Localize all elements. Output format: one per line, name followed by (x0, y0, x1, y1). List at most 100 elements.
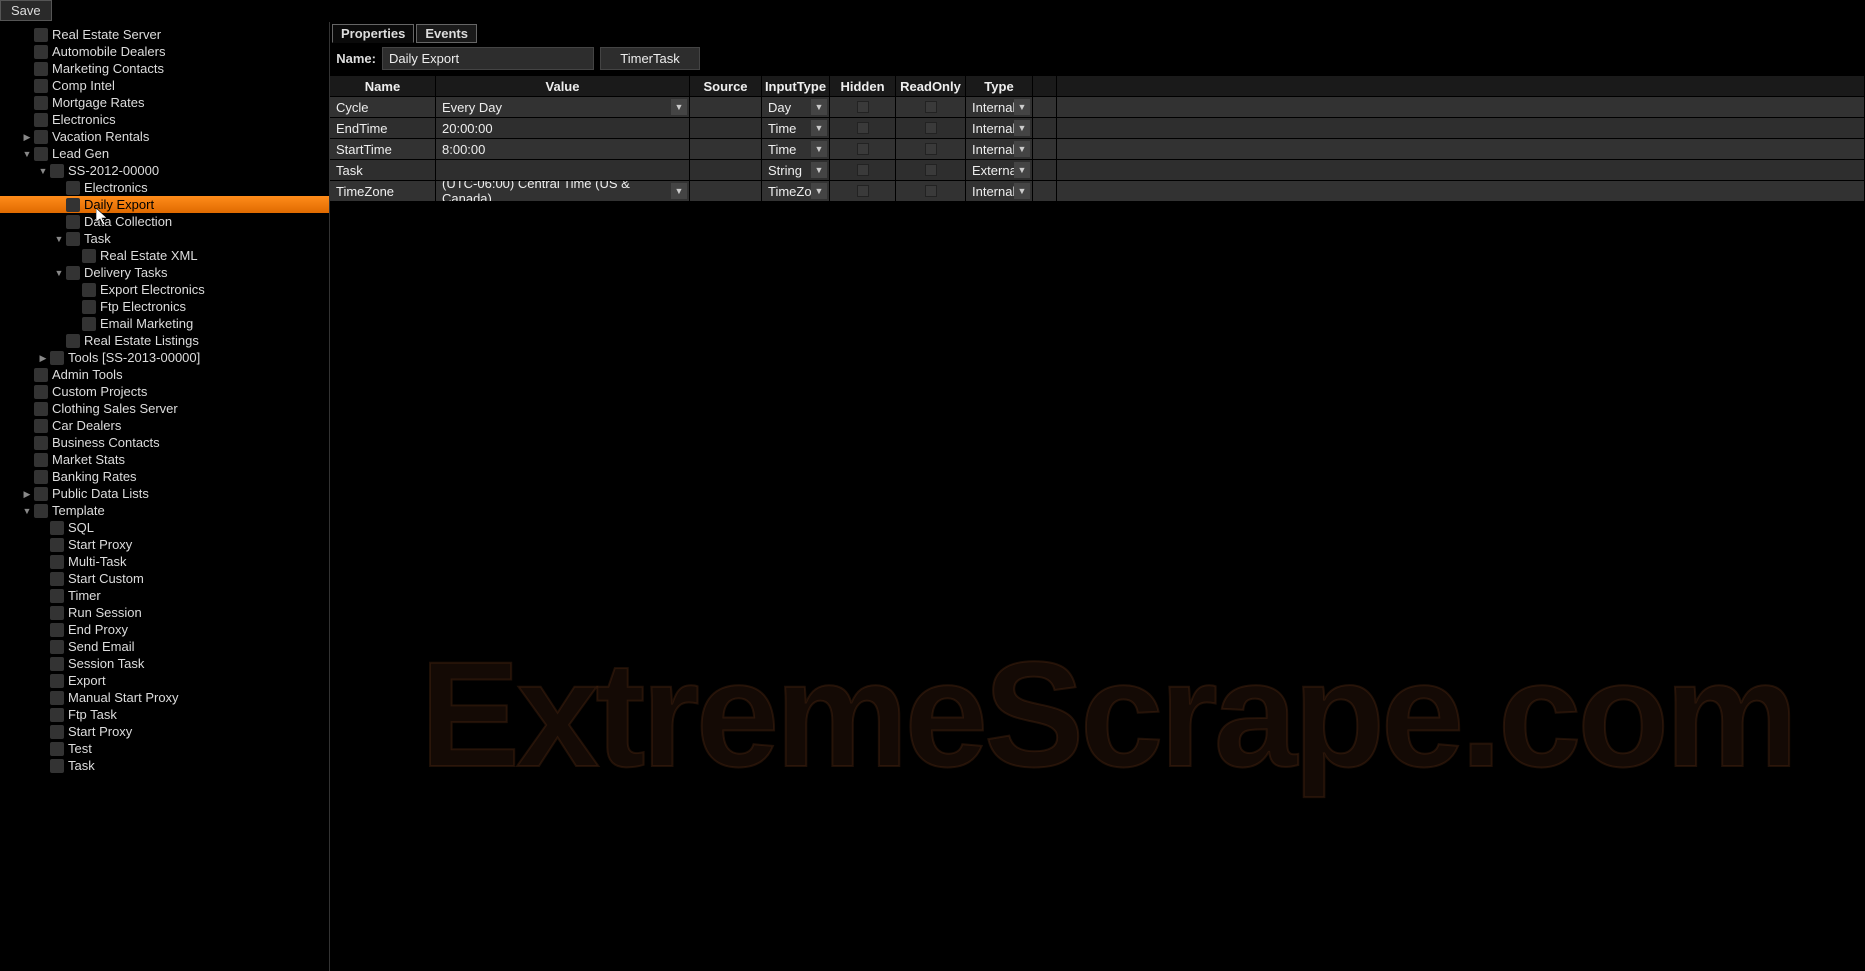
dropdown-icon[interactable] (1014, 162, 1030, 178)
tree-item[interactable]: Start Proxy (0, 723, 329, 740)
tree-item[interactable]: Timer (0, 587, 329, 604)
dropdown-icon[interactable] (1014, 120, 1030, 136)
tree-item[interactable]: Real Estate Listings (0, 332, 329, 349)
tree-item[interactable]: Multi-Task (0, 553, 329, 570)
tree-item[interactable]: Real Estate Server (0, 26, 329, 43)
tree-item[interactable]: Start Proxy (0, 536, 329, 553)
tree-item[interactable]: Ftp Task (0, 706, 329, 723)
cell-hidden-checkbox[interactable] (857, 164, 869, 176)
tree-item[interactable]: Run Session (0, 604, 329, 621)
tree-item[interactable]: Business Contacts (0, 434, 329, 451)
tree-item[interactable]: Comp Intel (0, 77, 329, 94)
tree-item[interactable]: End Proxy (0, 621, 329, 638)
cell-inputtype[interactable]: Day (762, 97, 830, 117)
cell-readonly-checkbox[interactable] (925, 101, 937, 113)
dropdown-icon[interactable] (811, 183, 827, 199)
tab-properties[interactable]: Properties (332, 24, 414, 43)
cell-source[interactable] (690, 181, 762, 201)
tree-item[interactable]: Email Marketing (0, 315, 329, 332)
cell-readonly-checkbox[interactable] (925, 185, 937, 197)
cell-value[interactable]: (UTC-06:00) Central Time (US & Canada) (436, 181, 690, 201)
dropdown-icon[interactable] (811, 141, 827, 157)
tree-item[interactable]: SQL (0, 519, 329, 536)
cell-source[interactable] (690, 118, 762, 138)
tree-item[interactable]: Mortgage Rates (0, 94, 329, 111)
cell-readonly-checkbox[interactable] (925, 164, 937, 176)
tree-item[interactable]: Data Collection (0, 213, 329, 230)
tree-item[interactable]: Send Email (0, 638, 329, 655)
cell-extra[interactable] (1033, 181, 1057, 201)
cell-type[interactable]: Internal (966, 139, 1033, 159)
tree-item[interactable]: Custom Projects (0, 383, 329, 400)
tree-item[interactable]: Vacation Rentals (0, 128, 329, 145)
cell-extra[interactable] (1033, 139, 1057, 159)
cell-value[interactable]: Every Day (436, 97, 690, 117)
expander-icon[interactable] (22, 132, 32, 142)
cell-inputtype[interactable]: String (762, 160, 830, 180)
dropdown-icon[interactable] (1014, 141, 1030, 157)
dropdown-icon[interactable] (671, 99, 687, 115)
cell-inputtype[interactable]: TimeZone (762, 181, 830, 201)
tree-item[interactable]: Marketing Contacts (0, 60, 329, 77)
cell-source[interactable] (690, 139, 762, 159)
cell-type[interactable]: Internal (966, 181, 1033, 201)
tree-item[interactable]: Daily Export (0, 196, 329, 213)
cell-source[interactable] (690, 160, 762, 180)
tab-events[interactable]: Events (416, 24, 477, 43)
expander-icon[interactable] (22, 506, 32, 516)
tree-item[interactable]: Admin Tools (0, 366, 329, 383)
tree-item[interactable]: SS-2012-00000 (0, 162, 329, 179)
cell-extra[interactable] (1033, 118, 1057, 138)
cell-readonly-checkbox[interactable] (925, 122, 937, 134)
cell-extra[interactable] (1033, 160, 1057, 180)
tree-item[interactable]: Lead Gen (0, 145, 329, 162)
cell-value[interactable]: 20:00:00 (436, 118, 690, 138)
cell-inputtype[interactable]: Time (762, 139, 830, 159)
dropdown-icon[interactable] (1014, 99, 1030, 115)
cell-hidden-checkbox[interactable] (857, 143, 869, 155)
expander-icon[interactable] (38, 166, 48, 176)
cell-source[interactable] (690, 97, 762, 117)
cell-value[interactable] (436, 160, 690, 180)
tree-item[interactable]: Template (0, 502, 329, 519)
cell-hidden-checkbox[interactable] (857, 101, 869, 113)
tree-item[interactable]: Clothing Sales Server (0, 400, 329, 417)
cell-extra[interactable] (1033, 97, 1057, 117)
cell-type[interactable]: Internal (966, 97, 1033, 117)
tree-item[interactable]: Test (0, 740, 329, 757)
cell-hidden-checkbox[interactable] (857, 185, 869, 197)
tree-item[interactable]: Session Task (0, 655, 329, 672)
tree-item[interactable]: Tools [SS-2013-00000] (0, 349, 329, 366)
tree-item[interactable]: Task (0, 230, 329, 247)
cell-inputtype[interactable]: Time (762, 118, 830, 138)
cell-value[interactable]: 8:00:00 (436, 139, 690, 159)
dropdown-icon[interactable] (811, 120, 827, 136)
expander-icon[interactable] (22, 149, 32, 159)
tree-item[interactable]: Public Data Lists (0, 485, 329, 502)
dropdown-icon[interactable] (1014, 183, 1030, 199)
cell-hidden-checkbox[interactable] (857, 122, 869, 134)
tree-item[interactable]: Market Stats (0, 451, 329, 468)
tree-item[interactable]: Ftp Electronics (0, 298, 329, 315)
tree-item[interactable]: Export Electronics (0, 281, 329, 298)
tree-item[interactable]: Car Dealers (0, 417, 329, 434)
tree-item[interactable]: Export (0, 672, 329, 689)
tree-item[interactable]: Task (0, 757, 329, 774)
tree-item[interactable]: Start Custom (0, 570, 329, 587)
dropdown-icon[interactable] (811, 99, 827, 115)
expander-icon[interactable] (38, 353, 48, 363)
tree-item[interactable]: Automobile Dealers (0, 43, 329, 60)
name-input[interactable] (382, 47, 594, 70)
dropdown-icon[interactable] (811, 162, 827, 178)
save-button[interactable]: Save (0, 0, 52, 21)
dropdown-icon[interactable] (671, 183, 687, 199)
tree-item[interactable]: Delivery Tasks (0, 264, 329, 281)
tree-item[interactable]: Manual Start Proxy (0, 689, 329, 706)
cell-readonly-checkbox[interactable] (925, 143, 937, 155)
tree-item[interactable]: Electronics (0, 111, 329, 128)
tree-item[interactable]: Banking Rates (0, 468, 329, 485)
tree-item[interactable]: Real Estate XML (0, 247, 329, 264)
cell-type[interactable]: External (966, 160, 1033, 180)
expander-icon[interactable] (22, 489, 32, 499)
tree-item[interactable]: Electronics (0, 179, 329, 196)
